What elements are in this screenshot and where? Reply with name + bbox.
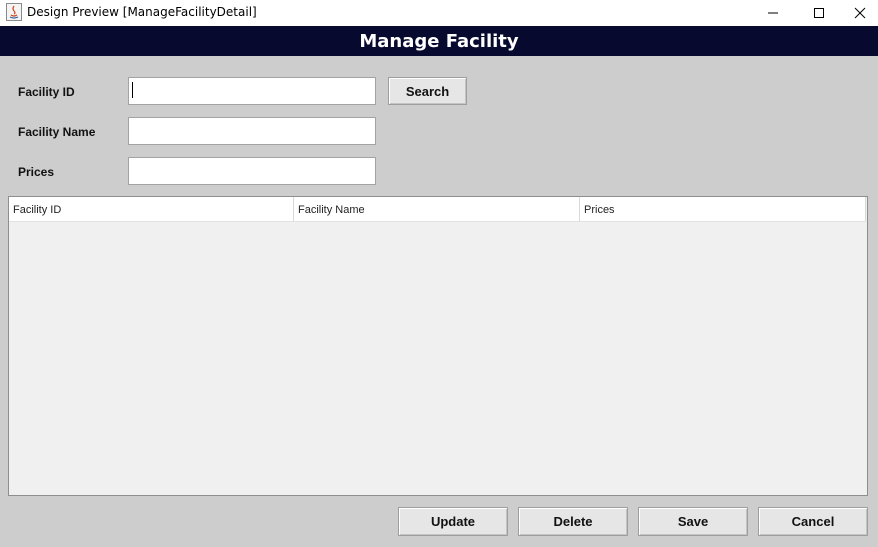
column-header-prices[interactable]: Prices [580, 197, 866, 221]
facility-table[interactable]: Facility ID Facility Name Prices [8, 196, 868, 496]
cancel-button[interactable]: Cancel [758, 507, 868, 536]
prices-input[interactable] [128, 157, 376, 185]
page-title: Manage Facility [0, 26, 878, 56]
save-button[interactable]: Save [638, 507, 748, 536]
table-header: Facility ID Facility Name Prices [9, 197, 866, 222]
window-title: Design Preview [ManageFacilityDetail] [27, 5, 257, 19]
maximize-button[interactable] [796, 0, 842, 26]
maximize-icon [814, 8, 824, 18]
column-header-facility-id[interactable]: Facility ID [9, 197, 294, 221]
text-caret [132, 82, 133, 98]
prices-label: Prices [18, 165, 55, 179]
minimize-button[interactable] [750, 0, 796, 26]
column-header-facility-name[interactable]: Facility Name [294, 197, 580, 221]
delete-button[interactable]: Delete [518, 507, 628, 536]
close-icon [854, 7, 866, 19]
facility-name-label: Facility Name [18, 125, 96, 139]
facility-name-input[interactable] [128, 117, 376, 145]
window-titlebar: Design Preview [ManageFacilityDetail] [0, 0, 878, 26]
facility-id-label: Facility ID [18, 85, 75, 99]
search-button[interactable]: Search [388, 77, 467, 105]
close-button[interactable] [842, 0, 878, 26]
facility-id-input[interactable] [128, 77, 376, 105]
minimize-icon [768, 12, 778, 14]
java-app-icon [6, 3, 22, 21]
update-button[interactable]: Update [398, 507, 508, 536]
